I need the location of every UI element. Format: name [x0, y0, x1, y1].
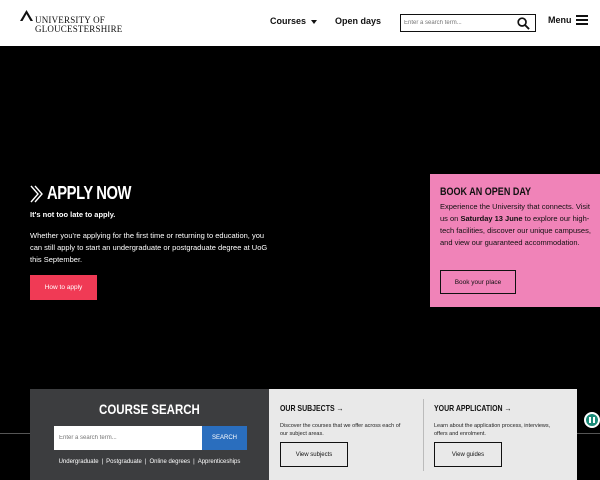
your-application-title[interactable]: YOUR APPLICATION →: [434, 403, 511, 413]
pause-icon[interactable]: [584, 412, 600, 428]
book-your-place-button[interactable]: Book your place: [440, 270, 516, 294]
link-postgraduate[interactable]: Postgraduate: [106, 459, 142, 465]
our-subjects-section: OUR SUBJECTS → Discover the courses that…: [280, 389, 410, 480]
our-subjects-title[interactable]: OUR SUBJECTS →: [280, 403, 344, 413]
menu-label: Menu: [548, 15, 572, 25]
logo-text-line2: GLOUCESTERSHIRE: [35, 24, 123, 34]
open-day-title: BOOK AN OPEN DAY: [440, 186, 532, 198]
our-subjects-text: Discover the courses that we offer acros…: [280, 423, 401, 437]
how-to-apply-button[interactable]: How to apply: [30, 275, 97, 300]
open-day-date: Saturday 13 June: [460, 214, 523, 223]
logo-crest-icon: [20, 10, 33, 21]
nav-courses-label: Courses: [270, 16, 307, 26]
link-online-degrees[interactable]: Online degrees: [149, 459, 190, 465]
course-search-panel: COURSE SEARCH SEARCH Undergraduate|Postg…: [30, 389, 269, 480]
site-header: UNIVERSITY OF GLOUCESTERSHIRE Courses Op…: [0, 0, 600, 46]
open-day-card: BOOK AN OPEN DAY Experience the Universi…: [430, 174, 600, 307]
your-application-section: YOUR APPLICATION → Learn about the appli…: [434, 389, 564, 480]
apply-now-heading: APPLY NOW: [30, 183, 150, 204]
info-panel: OUR SUBJECTS → Discover the courses that…: [269, 389, 577, 480]
course-type-links: Undergraduate | Postgraduate | Online degree…: [58, 459, 241, 465]
hamburger-icon: [575, 15, 588, 25]
course-search-button[interactable]: SEARCH: [202, 426, 247, 450]
link-undergraduate[interactable]: Undergraduate: [59, 459, 99, 465]
double-chevron-right-icon: [30, 185, 43, 202]
nav-open-days[interactable]: Open days: [335, 16, 381, 26]
apply-now-title: APPLY NOW: [47, 183, 132, 203]
course-search-title: COURSE SEARCH: [99, 401, 200, 417]
view-subjects-button[interactable]: View subjects: [280, 442, 348, 467]
your-application-text: Learn about the application process, int…: [434, 423, 551, 437]
column-divider: [423, 399, 424, 471]
header-search: [400, 14, 536, 32]
menu-button[interactable]: Menu: [548, 15, 588, 25]
search-icon[interactable]: [517, 17, 530, 30]
university-logo[interactable]: UNIVERSITY OF GLOUCESTERSHIRE: [20, 9, 130, 37]
course-search-input[interactable]: [54, 426, 202, 450]
view-guides-button[interactable]: View guides: [434, 442, 502, 467]
link-apprenticeships[interactable]: Apprenticeships: [198, 459, 241, 465]
open-day-text: Experience the University that connects.…: [440, 202, 591, 247]
apply-now-subtitle: It's not too late to apply.: [30, 210, 116, 219]
chevron-down-icon: [311, 19, 318, 24]
header-search-input[interactable]: [404, 17, 512, 29]
nav-courses[interactable]: Courses: [270, 16, 318, 26]
apply-now-body: Whether you're applying for the first ti…: [30, 231, 268, 264]
